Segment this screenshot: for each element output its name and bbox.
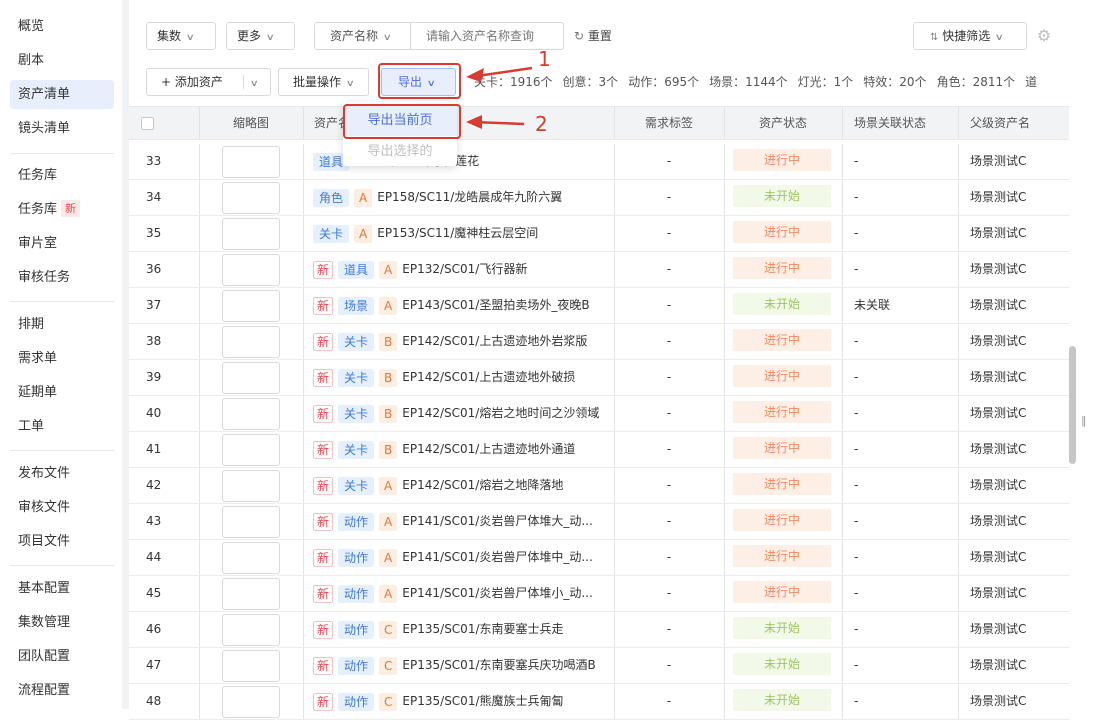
annotation-arrow-2-head bbox=[466, 115, 482, 129]
annotation-number-1: 1 bbox=[538, 47, 551, 71]
annotation-arrow-1-head bbox=[466, 68, 484, 82]
annotation-number-2: 2 bbox=[535, 112, 548, 136]
annotation-arrows bbox=[466, 66, 533, 129]
